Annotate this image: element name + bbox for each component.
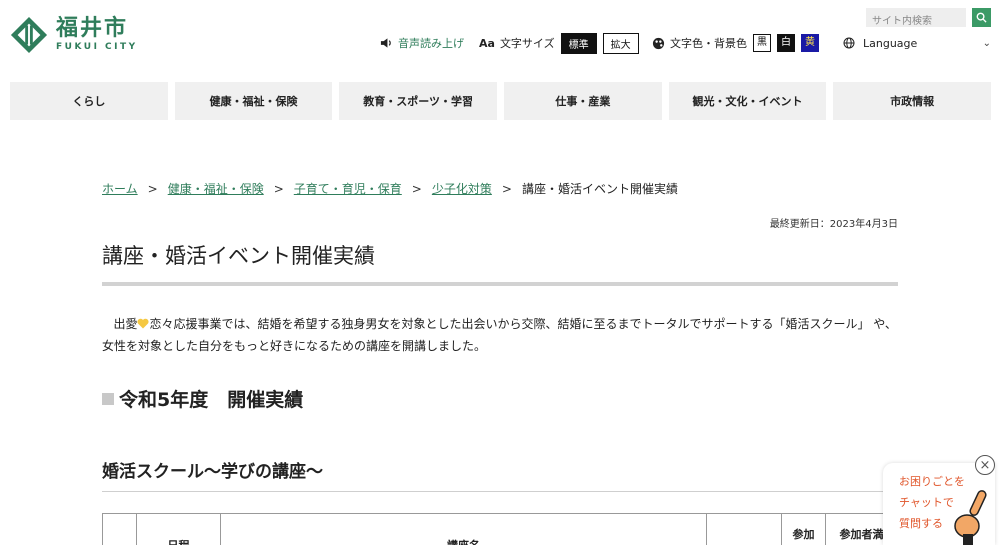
color-control: 文字色・背景色 黒 白 黄 <box>652 34 819 52</box>
events-table-header: 日程 講座名 参加 参加者満 <box>102 513 898 545</box>
fukui-city-emblem-icon <box>10 16 48 54</box>
voice-reader-label: 音声読み上げ <box>398 37 464 50</box>
site-logo[interactable]: 福井市 FUKUI CITY <box>10 16 138 54</box>
breadcrumb-childcare[interactable]: 子育て・育児・保育 <box>294 180 402 197</box>
color-label: 文字色・背景色 <box>670 37 747 50</box>
section-heading-text: 令和5年度 開催実績 <box>119 389 304 411</box>
breadcrumb-separator: > <box>147 181 158 196</box>
language-label: Language <box>863 36 918 50</box>
table-header-date: 日程 <box>137 514 221 545</box>
nav-item-city-info[interactable]: 市政情報 <box>833 82 992 120</box>
breadcrumb-separator: > <box>501 181 512 196</box>
breadcrumb-separator: > <box>273 181 284 196</box>
site-search-input[interactable]: サイト内検索 <box>866 8 966 27</box>
search-icon <box>976 12 987 23</box>
voice-reader-button[interactable]: 音声読み上げ <box>380 34 464 52</box>
table-header-course-name: 講座名 <box>221 514 707 545</box>
lead-paragraph: 出愛 恋々応援事業では、結婚を希望する独身男女を対象とした出会いから交際、結婚に至… <box>102 313 898 357</box>
global-nav: くらし 健康・福祉・保険 教育・スポーツ・学習 仕事・産業 観光・文化・イベント… <box>10 82 992 120</box>
color-white-button[interactable]: 白 <box>777 34 795 52</box>
speaker-icon <box>380 38 391 48</box>
lead-text-rest: 恋々応援事業では、結婚を希望する独身男女を対象とした出会いから交際、結婚に至るま… <box>102 317 897 353</box>
logo-subtitle: FUKUI CITY <box>56 42 138 52</box>
text-size-control: Aa 文字サイズ 標準 拡大 <box>479 32 639 54</box>
table-header-cell <box>707 514 782 545</box>
pointing-hand-icon <box>954 490 987 545</box>
nav-item-kurashi[interactable]: くらし <box>10 82 168 120</box>
logo-title: 福井市 <box>56 16 129 41</box>
last-updated: 最終更新日：2023年4月3日 <box>769 219 898 230</box>
table-header-cell <box>103 514 137 545</box>
color-black-button[interactable]: 黒 <box>753 34 771 52</box>
text-size-standard-button[interactable]: 標準 <box>560 32 597 54</box>
chat-close-button[interactable]: × <box>975 455 995 475</box>
chevron-down-icon: ⌄ <box>982 37 991 49</box>
table-header-participants: 参加 <box>782 514 826 545</box>
breadcrumb-home[interactable]: ホーム <box>102 180 138 197</box>
palette-icon <box>652 37 665 49</box>
breadcrumb-separator: > <box>411 181 422 196</box>
globe-icon <box>843 37 855 49</box>
section-heading: 令和5年度 開催実績 <box>102 385 303 412</box>
nav-item-education[interactable]: 教育・スポーツ・学習 <box>339 82 498 120</box>
breadcrumb-current: 講座・婚活イベント開催実績 <box>521 182 678 196</box>
search-button[interactable] <box>972 8 991 27</box>
nav-item-work[interactable]: 仕事・産業 <box>504 82 662 120</box>
nav-item-tourism[interactable]: 観光・文化・イベント <box>668 82 827 120</box>
nav-item-health[interactable]: 健康・福祉・保険 <box>174 82 333 120</box>
text-size-label: 文字サイズ <box>499 37 555 50</box>
page-title: 講座・婚活イベント開催実績 <box>102 244 375 268</box>
text-size-large-button[interactable]: 拡大 <box>602 32 639 54</box>
title-divider <box>102 282 898 286</box>
breadcrumb-health[interactable]: 健康・福祉・保険 <box>168 180 264 197</box>
text-size-icon: Aa <box>479 36 495 50</box>
language-select[interactable]: Language ⌄ <box>843 34 993 52</box>
color-yellow-button[interactable]: 黄 <box>801 34 819 52</box>
breadcrumb: ホーム > 健康・福祉・保険 > 子育て・育児・保育 > 少子化対策 > 講座・… <box>102 180 678 197</box>
lead-text-start: 出愛 <box>113 317 138 331</box>
subsection-heading: 婚活スクール～学びの講座～ <box>102 462 323 482</box>
heading-square-icon <box>102 392 114 405</box>
yellow-heart-icon <box>137 318 150 329</box>
subsection-divider <box>102 491 898 492</box>
breadcrumb-birthrate[interactable]: 少子化対策 <box>432 180 492 197</box>
